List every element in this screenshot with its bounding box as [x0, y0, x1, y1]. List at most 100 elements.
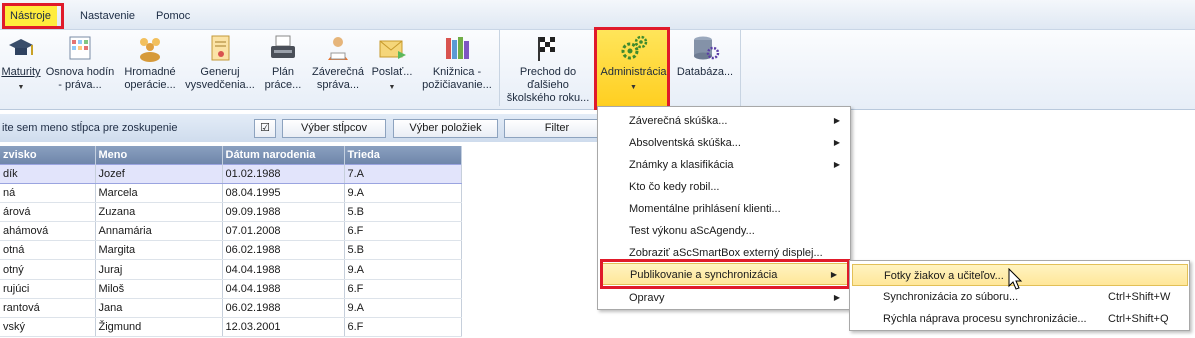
cell-class: 6.F: [344, 279, 462, 299]
ribbon-button-kniznica[interactable]: Knižnica - požičiavanie...: [421, 30, 493, 108]
submenu-arrow-icon: ▶: [833, 116, 840, 125]
submenu-arrow-icon: ▶: [833, 160, 840, 169]
ribbon-button-hromadne[interactable]: Hromadné operácie...: [120, 30, 180, 108]
ribbon-button-plan-prace[interactable]: Plán práce...: [259, 30, 307, 108]
ribbon-button-maturity[interactable]: Maturity ▼: [0, 30, 42, 108]
ribbon-button-osnova[interactable]: Osnova hodín - práva...: [44, 30, 116, 108]
select-all-checkbox[interactable]: ☑: [254, 119, 276, 138]
cell-name: Margita: [95, 240, 223, 261]
menu-item-zaverecna-skuska[interactable]: Záverečná skúška... ▶: [598, 110, 850, 132]
menu-item-znamky[interactable]: Známky a klasifikácia ▶: [598, 154, 850, 176]
cell-birthdate: 12.03.2001: [222, 317, 345, 338]
filter-button[interactable]: Filter: [504, 119, 610, 138]
cell-surname: rantová: [0, 298, 96, 319]
cell-surname: rujúci: [0, 279, 96, 299]
ribbon-separator: [499, 30, 500, 106]
table-row[interactable]: vský Žigmund 12.03.2001 6.F: [0, 317, 462, 338]
certificate-icon: [211, 35, 230, 61]
cell-class: 5.B: [344, 202, 462, 223]
menu-item-rychla-naprava[interactable]: Rýchla náprava procesu synchronizácie...…: [850, 308, 1189, 330]
table-row[interactable]: otný Juraj 04.04.1988 9.A: [0, 259, 462, 280]
ribbon-button-administracia[interactable]: Administrácia ▼: [597, 30, 670, 108]
cell-class: 9.A: [344, 259, 462, 280]
cell-surname: ná: [0, 183, 96, 203]
cell-class: 6.F: [344, 221, 462, 242]
ribbon-button-generuj-vysvedcenia[interactable]: Generuj vysvedčenia...: [183, 30, 257, 108]
menu-item-label: Synchronizácia zo súboru...: [883, 291, 1019, 303]
ribbon-button-prechod[interactable]: Prechod do ďalšieho školského roku...: [503, 30, 593, 108]
cell-class: 7.A: [344, 163, 462, 184]
ribbon-label: Osnova hodín - práva...: [45, 66, 115, 91]
ribbon-button-zaverecna-sprava[interactable]: Záverečná správa...: [309, 30, 367, 108]
menu-tab-nastavenie[interactable]: Nastavenie: [74, 6, 141, 26]
cell-name: Marcela: [95, 183, 223, 203]
cell-birthdate: 08.04.1995: [222, 183, 345, 203]
menu-item-label: Zobraziť aScSmartBox externý displej...: [629, 247, 823, 259]
table-row[interactable]: rujúci Miloš 04.04.1988 6.F: [0, 279, 462, 299]
menu-item-label: Fotky žiakov a učiteľov...: [884, 270, 1004, 282]
column-header-birthdate[interactable]: Dátum narodenia: [222, 146, 345, 164]
menu-item-smartbox-displej[interactable]: Zobraziť aScSmartBox externý displej...: [598, 242, 850, 264]
grid-header-row: zvisko Meno Dátum narodenia Trieda: [0, 146, 462, 164]
menu-tab-pomoc[interactable]: Pomoc: [150, 6, 196, 26]
ribbon-label: Záverečná správa...: [312, 66, 364, 91]
mouse-cursor-icon: [1008, 268, 1023, 290]
cell-birthdate: 04.04.1988: [222, 279, 345, 299]
table-row[interactable]: otná Margita 06.02.1988 5.B: [0, 240, 462, 261]
menu-tab-nastroje[interactable]: Nástroje: [4, 6, 57, 26]
cell-surname: árová: [0, 202, 96, 223]
table-row[interactable]: ahámová Annamária 07.01.2008 6.F: [0, 221, 462, 242]
table-row[interactable]: árová Zuzana 09.09.1988 5.B: [0, 202, 462, 223]
table-row[interactable]: rantová Jana 06.02.1988 9.A: [0, 298, 462, 319]
ribbon-label: Plán práce...: [264, 66, 302, 91]
database-icon: [694, 36, 720, 60]
grid-toolbar: ite sem meno stĺpca pre zoskupenie ☑ Výb…: [0, 114, 610, 142]
chevron-down-icon[interactable]: ▼: [369, 81, 415, 94]
menu-bar: Nástroje Nastavenie Pomoc: [0, 0, 1195, 30]
gears-icon: [621, 35, 647, 60]
menu-item-kto-co-kedy[interactable]: Kto čo kedy robil...: [598, 176, 850, 198]
column-select-button[interactable]: Výber stĺpcov: [282, 119, 386, 138]
menu-item-shortcut: Ctrl+Shift+W: [1108, 291, 1171, 303]
chevron-down-icon[interactable]: ▼: [597, 81, 670, 94]
column-header-surname[interactable]: zvisko: [0, 146, 96, 164]
table-row[interactable]: dík Jozef 01.02.1988 7.A: [0, 163, 462, 184]
cell-birthdate: 09.09.1988: [222, 202, 345, 223]
table-row[interactable]: ná Marcela 08.04.1995 9.A: [0, 183, 462, 203]
chevron-down-icon[interactable]: ▼: [0, 81, 42, 94]
person-report-icon: [328, 37, 348, 60]
administracia-menu: Záverečná skúška... ▶ Absolventská skúška…: [597, 106, 851, 310]
ribbon-button-databaza[interactable]: Databáza...: [674, 30, 736, 108]
menu-item-label: Absolventská skúška...: [629, 137, 741, 149]
ribbon-separator: [740, 30, 741, 106]
submenu-arrow-icon: ▶: [833, 138, 840, 147]
cell-surname: otná: [0, 240, 96, 261]
cell-name: Annamária: [95, 221, 223, 242]
submenu-arrow-icon: ▶: [830, 270, 837, 279]
column-header-class[interactable]: Trieda: [344, 146, 462, 164]
menu-item-label: Opravy: [629, 292, 665, 304]
ribbon-button-poslat[interactable]: Poslať... ▼: [369, 30, 415, 108]
menu-item-shortcut: Ctrl+Shift+Q: [1108, 313, 1169, 325]
menu-item-label: Rýchla náprava procesu synchronizácie...: [883, 313, 1087, 325]
submenu-arrow-icon: ▶: [833, 293, 840, 302]
ribbon-label: Knižnica - požičiavanie...: [422, 66, 492, 91]
menu-item-test-vykonu[interactable]: Test výkonu aScAgendy...: [598, 220, 850, 242]
group-by-hint: ite sem meno stĺpca pre zoskupenie: [2, 122, 178, 134]
menu-item-prihlaseni-klienti[interactable]: Momentálne prihlásení klienti...: [598, 198, 850, 220]
cell-surname: ahámová: [0, 221, 96, 242]
cell-surname: vský: [0, 317, 96, 338]
ribbon-label: Prechod do ďalšieho školského roku...: [506, 66, 590, 104]
menu-item-publikovanie[interactable]: Publikovanie a synchronizácia ▶: [600, 263, 848, 285]
column-header-name[interactable]: Meno: [95, 146, 223, 164]
item-select-button[interactable]: Výber položiek: [393, 119, 498, 138]
cell-class: 6.F: [344, 317, 462, 338]
menu-item-absolventska-skuska[interactable]: Absolventská skúška... ▶: [598, 132, 850, 154]
menu-item-opravy[interactable]: Opravy ▶: [598, 287, 850, 309]
menu-item-label: Záverečná skúška...: [629, 115, 728, 127]
cell-class: 5.B: [344, 240, 462, 261]
cell-name: Miloš: [95, 279, 223, 299]
cell-birthdate: 06.02.1988: [222, 240, 345, 261]
cell-birthdate: 01.02.1988: [222, 163, 345, 184]
ribbon-label: Hromadné operácie...: [124, 66, 176, 91]
